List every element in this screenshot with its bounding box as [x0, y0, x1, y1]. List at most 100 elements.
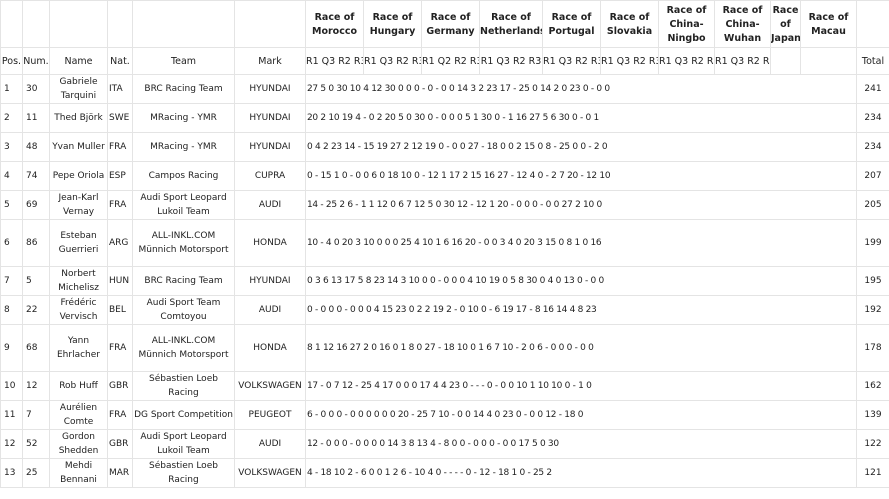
pos-cell: 4: [0, 161, 23, 191]
race-cols: R1 Q3 R2 R3: [363, 47, 422, 75]
car-mark: HONDA: [234, 324, 306, 372]
total-points: 207: [856, 161, 889, 191]
pos-cell: 1: [0, 74, 23, 104]
pos-cell: 9: [0, 324, 23, 372]
pos-cell: 12: [0, 429, 23, 459]
name-header: Name: [49, 47, 108, 75]
table-row: 2 11 Thed Björk SWE MRacing - YMR HYUNDAI 20 2…: [0, 103, 889, 133]
team-name: Audi Sport Leopard Lukoil Team: [132, 429, 235, 459]
car-mark: CUPRA: [234, 161, 306, 191]
driver-name: Frédéric Vervisch: [49, 295, 108, 325]
team-name: ALL-INKL.COM Münnich Motorsport: [132, 219, 235, 267]
driver-name: Rob Huff: [49, 371, 108, 401]
race-cols: R1 Q3 R2 R3: [658, 47, 715, 75]
total-header: Total: [856, 47, 889, 75]
nationality: MAR: [107, 458, 133, 488]
race-header: Race of Portugal: [542, 0, 601, 48]
num-cell: 69: [22, 190, 50, 220]
num-cell: 5: [22, 266, 50, 296]
race-scores: 0 3 6 13 17 5 8 23 14 3 10 0 0 - 0 0 0 4…: [305, 266, 857, 296]
pos-cell: 2: [0, 103, 23, 133]
driver-name: Gabriele Tarquini: [49, 74, 108, 104]
car-mark: HYUNDAI: [234, 132, 306, 162]
car-mark: AUDI: [234, 295, 306, 325]
nationality: GBR: [107, 429, 133, 459]
total-points: 139: [856, 400, 889, 430]
driver-name: Aurélien Comte: [49, 400, 108, 430]
pos-header: Pos.: [0, 47, 23, 75]
pos-cell: 10: [0, 371, 23, 401]
race-cols: R1 Q2 R2 R3: [421, 47, 480, 75]
num-cell: 86: [22, 219, 50, 267]
team-name: MRacing - YMR: [132, 103, 235, 133]
race-cols: R1 Q3 R2 R3: [714, 47, 771, 75]
car-mark: VOLKSWAGEN: [234, 371, 306, 401]
race-cols: R1 Q3 R2 R3: [600, 47, 659, 75]
car-mark: PEUGEOT: [234, 400, 306, 430]
pos-cell: 8: [0, 295, 23, 325]
total-points: 195: [856, 266, 889, 296]
team-name: BRC Racing Team: [132, 74, 235, 104]
driver-name: Jean-Karl Vernay: [49, 190, 108, 220]
num-cell: 48: [22, 132, 50, 162]
race-scores: 0 4 2 23 14 - 15 19 27 2 12 19 0 - 0 0 2…: [305, 132, 857, 162]
race-header: Race of Hungary: [363, 0, 422, 48]
race-scores: 17 - 0 7 12 - 25 4 17 0 0 0 17 4 4 23 0 …: [305, 371, 857, 401]
num-cell: 30: [22, 74, 50, 104]
driver-name: Yann Ehrlacher: [49, 324, 108, 372]
team-name: Sébastien Loeb Racing: [132, 371, 235, 401]
total-points: 199: [856, 219, 889, 267]
total-points: 205: [856, 190, 889, 220]
nationality: ESP: [107, 161, 133, 191]
race-header: Race of China-Wuhan: [714, 0, 771, 48]
nationality: ITA: [107, 74, 133, 104]
team-name: Campos Racing: [132, 161, 235, 191]
table-row: 11 7 Aurélien Comte FRA DG Sport Competition…: [0, 400, 889, 430]
race-header: Race of Germany: [421, 0, 480, 48]
race-cols: R1 Q3 R2 R3: [542, 47, 601, 75]
num-cell: 7: [22, 400, 50, 430]
car-mark: HYUNDAI: [234, 103, 306, 133]
num-cell: 25: [22, 458, 50, 488]
race-scores: 27 5 0 30 10 4 12 30 0 0 0 - 0 - 0 0 14 …: [305, 74, 857, 104]
num-cell: 22: [22, 295, 50, 325]
mark-header: Mark: [234, 47, 306, 75]
race-scores: 14 - 25 2 6 - 1 1 12 0 6 7 12 5 0 30 12 …: [305, 190, 857, 220]
race-scores: 4 - 18 10 2 - 6 0 0 1 2 6 - 10 4 0 - - -…: [305, 458, 857, 488]
race-header: Race of Morocco: [305, 0, 364, 48]
table-row: 12 52 Gordon Shedden GBR Audi Sport Leopard …: [0, 429, 889, 459]
team-name: DG Sport Competition: [132, 400, 235, 430]
race-cols: R1 Q3 R2 R3: [479, 47, 543, 75]
race-header: Race of Japan: [770, 0, 801, 48]
num-cell: 11: [22, 103, 50, 133]
num-cell: 74: [22, 161, 50, 191]
total-points: 122: [856, 429, 889, 459]
race-cols: [800, 47, 857, 75]
race-header-row: Race of Morocco Race of Hungary Race of …: [0, 0, 889, 48]
pos-cell: 6: [0, 219, 23, 267]
standings-table: Race of Morocco Race of Hungary Race of …: [0, 0, 889, 488]
total-points: 121: [856, 458, 889, 488]
table-row: 8 22 Frédéric Vervisch BEL Audi Sport Team C…: [0, 295, 889, 325]
table-row: 7 5 Norbert Michelisz HUN BRC Racing Team HYU…: [0, 266, 889, 296]
table-row: 4 74 Pepe Oriola ESP Campos Racing CUPRA 0 - 1…: [0, 161, 889, 191]
table-row: 6 86 Esteban Guerrieri ARG ALL-INKL.COM Münn…: [0, 219, 889, 267]
total-points: 178: [856, 324, 889, 372]
race-cols: [770, 47, 801, 75]
car-mark: HONDA: [234, 219, 306, 267]
team-name: ALL-INKL.COM Münnich Motorsport: [132, 324, 235, 372]
team-name: Audi Sport Team Comtoyou: [132, 295, 235, 325]
team-header: Team: [132, 47, 235, 75]
driver-name: Esteban Guerrieri: [49, 219, 108, 267]
total-points: 234: [856, 103, 889, 133]
car-mark: HYUNDAI: [234, 266, 306, 296]
car-mark: AUDI: [234, 190, 306, 220]
race-scores: 20 2 10 19 4 - 0 2 20 5 0 30 0 - 0 0 0 5…: [305, 103, 857, 133]
race-header: Race of Slovakia: [600, 0, 659, 48]
race-scores: 12 - 0 0 0 - 0 0 0 0 14 3 8 13 4 - 8 0 0…: [305, 429, 857, 459]
team-name: BRC Racing Team: [132, 266, 235, 296]
car-mark: AUDI: [234, 429, 306, 459]
team-name: Audi Sport Leopard Lukoil Team: [132, 190, 235, 220]
pos-cell: 5: [0, 190, 23, 220]
race-header: Race of Macau: [800, 0, 857, 48]
